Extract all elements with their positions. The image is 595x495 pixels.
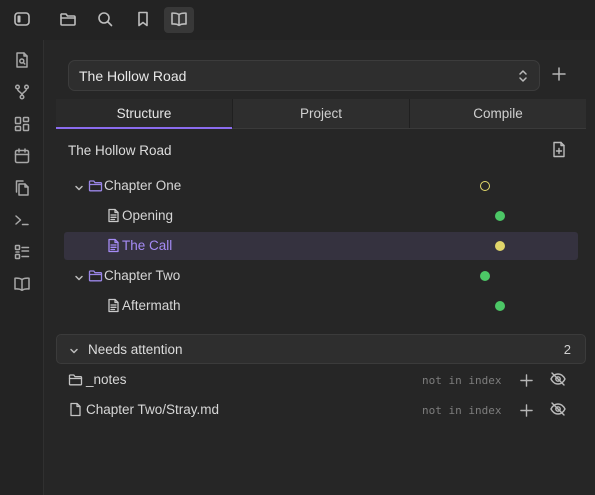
chevrons-up-down-icon	[516, 68, 530, 84]
book-open-icon	[170, 10, 188, 31]
project-select[interactable]: The Hollow Road	[68, 60, 540, 91]
tree-file-the-call[interactable]: The Call	[64, 232, 578, 260]
chevron-down-icon[interactable]	[74, 271, 84, 281]
calendar-icon	[13, 147, 31, 168]
eye-off-icon	[549, 400, 567, 421]
status-dot-complete[interactable]	[495, 211, 505, 221]
status-dot-complete[interactable]	[495, 301, 505, 311]
status-dot-in-progress[interactable]	[495, 241, 505, 251]
left-ribbon	[0, 40, 44, 495]
search-icon	[96, 10, 114, 31]
needs-attention-header[interactable]: Needs attention 2	[56, 334, 586, 364]
attention-item-notes[interactable]: _notes not in index	[56, 366, 586, 394]
tree-item-label: Chapter One	[104, 178, 182, 193]
tree-file-opening[interactable]: Opening	[64, 202, 578, 230]
sidebar-toggle-button[interactable]	[7, 7, 37, 33]
bookmark-icon	[134, 10, 152, 31]
folder-icon	[88, 178, 104, 194]
tab-project[interactable]: Project	[233, 99, 410, 128]
checklist-icon	[13, 243, 31, 264]
tab-structure[interactable]: Structure	[56, 99, 233, 129]
file-text-icon	[106, 238, 122, 254]
new-document-button[interactable]	[548, 140, 570, 162]
copy-files-icon	[13, 179, 31, 200]
attention-item-label: Chapter Two/Stray.md	[86, 402, 220, 417]
attention-item-stray[interactable]: Chapter Two/Stray.md not in index	[56, 396, 586, 424]
ribbon-tasks-button[interactable]	[7, 240, 37, 266]
index-status-note: not in index	[422, 374, 502, 387]
ignore-button[interactable]	[548, 370, 568, 390]
tab-label: Structure	[116, 106, 172, 121]
project-title: The Hollow Road	[68, 143, 172, 158]
plus-icon	[552, 66, 566, 84]
layout-grid-icon	[13, 115, 31, 136]
file-explorer-button[interactable]	[53, 7, 83, 33]
status-dot-outline[interactable]	[480, 181, 490, 191]
git-branch-icon	[13, 83, 31, 104]
ribbon-command-palette-button[interactable]	[7, 208, 37, 234]
ribbon-file-search-button[interactable]	[7, 48, 37, 74]
file-icon	[68, 402, 84, 418]
ribbon-graph-button[interactable]	[7, 80, 37, 106]
tab-compile[interactable]: Compile	[410, 99, 586, 128]
add-to-index-button[interactable]	[517, 401, 535, 419]
tree-item-label: Chapter Two	[104, 268, 181, 283]
book-open-icon	[13, 275, 31, 296]
chevron-down-icon[interactable]	[69, 344, 79, 354]
ignore-button[interactable]	[548, 400, 568, 420]
view-tabs: Structure Project Compile	[56, 99, 586, 129]
folder-icon	[68, 372, 84, 388]
tab-label: Project	[299, 106, 343, 121]
manuscript-view-button[interactable]	[164, 7, 194, 33]
file-search-icon	[13, 51, 31, 72]
needs-attention-label: Needs attention	[88, 342, 183, 357]
file-plus-icon	[551, 141, 567, 161]
eye-off-icon	[549, 370, 567, 391]
ribbon-reading-button[interactable]	[7, 272, 37, 298]
status-dot-complete[interactable]	[480, 271, 490, 281]
tree-file-aftermath[interactable]: Aftermath	[64, 292, 578, 320]
tree-item-label: The Call	[122, 238, 173, 253]
add-project-button[interactable]	[548, 63, 570, 87]
attention-item-label: _notes	[86, 372, 127, 387]
tree-item-label: Opening	[122, 208, 174, 223]
folder-icon	[88, 268, 104, 284]
ribbon-canvas-button[interactable]	[7, 112, 37, 138]
tab-label: Compile	[473, 106, 523, 121]
project-select-value: The Hollow Road	[79, 67, 187, 84]
bookmarks-button[interactable]	[128, 7, 158, 33]
terminal-icon	[13, 211, 31, 232]
top-toolbar	[0, 0, 595, 40]
index-status-note: not in index	[422, 404, 502, 417]
needs-attention-count: 2	[563, 342, 571, 357]
add-to-index-button[interactable]	[517, 371, 535, 389]
tree-folder-chapter-one[interactable]: Chapter One	[64, 172, 578, 200]
sidebar-toggle-icon	[13, 10, 31, 31]
tree-folder-chapter-two[interactable]: Chapter Two	[64, 262, 578, 290]
tree-item-label: Aftermath	[122, 298, 181, 313]
file-text-icon	[106, 298, 122, 314]
chevron-down-icon[interactable]	[74, 181, 84, 191]
ribbon-templates-button[interactable]	[7, 176, 37, 202]
search-button[interactable]	[90, 7, 120, 33]
file-text-icon	[106, 208, 122, 224]
folder-icon	[59, 10, 77, 31]
ribbon-daily-note-button[interactable]	[7, 144, 37, 170]
